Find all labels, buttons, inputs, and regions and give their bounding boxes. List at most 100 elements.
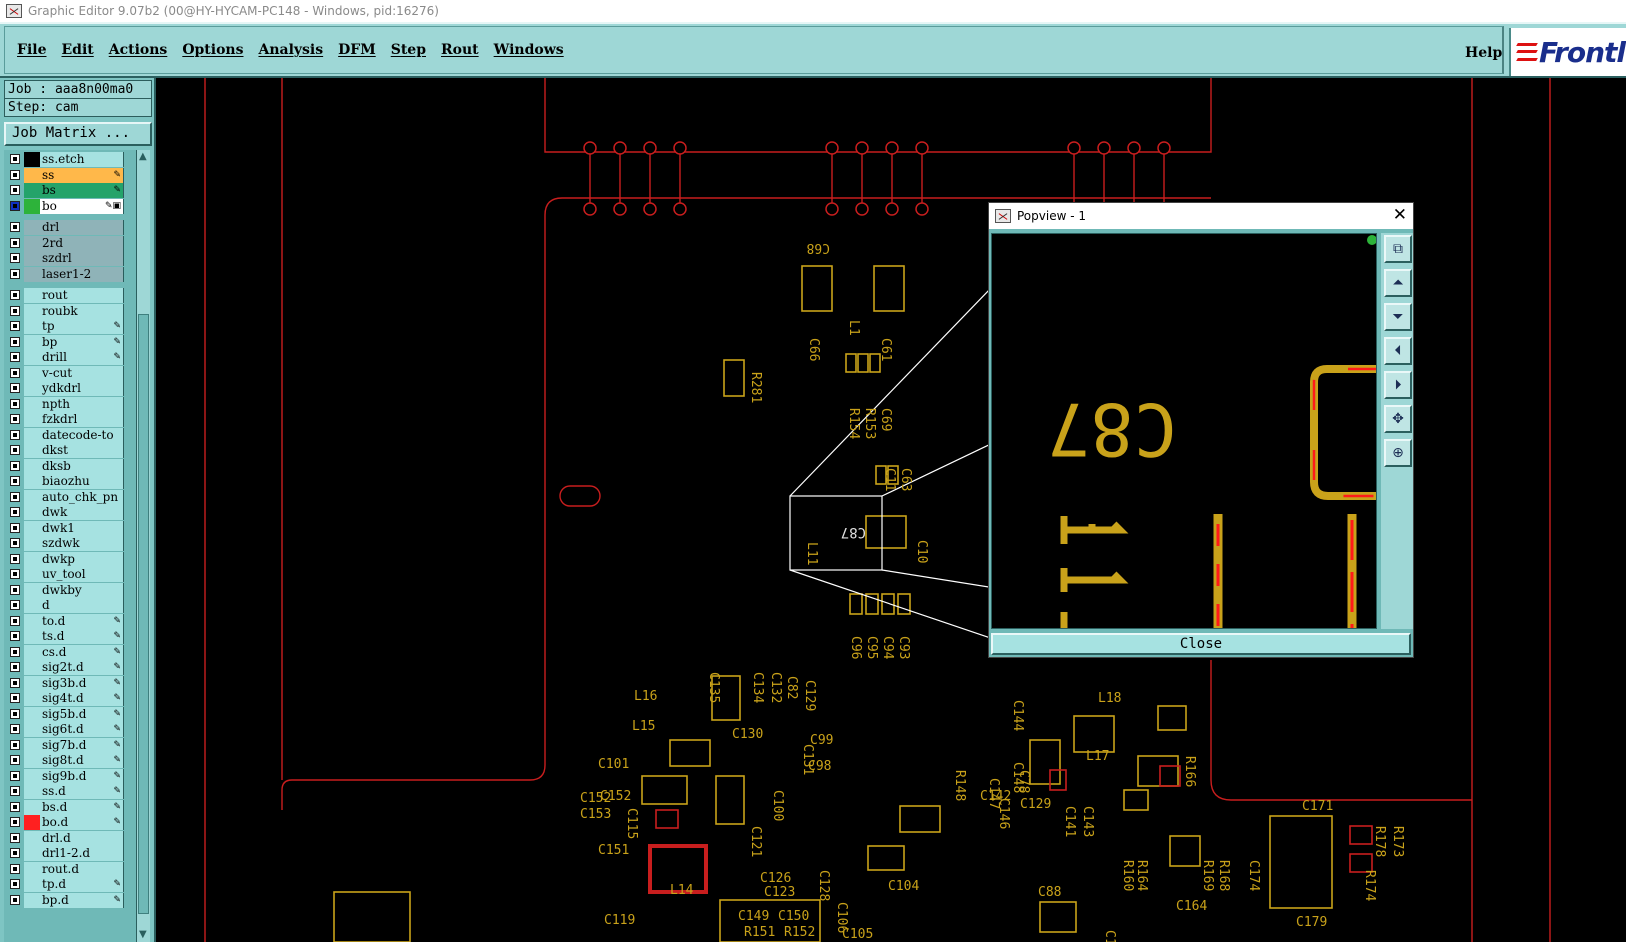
layer-checkbox[interactable] [10, 863, 20, 874]
layer-checkbox[interactable] [10, 200, 20, 211]
layer-row[interactable]: rout.d [4, 861, 136, 877]
layer-checkbox[interactable] [10, 801, 20, 812]
layer-name[interactable]: rout [40, 288, 124, 303]
layer-checkbox[interactable] [10, 786, 20, 796]
layer-checkbox[interactable] [10, 693, 20, 703]
layer-name[interactable]: sig5b.d ✎ [40, 706, 124, 722]
layer-checkbox[interactable] [10, 352, 20, 362]
layer-row[interactable]: szdrl [4, 251, 136, 266]
layer-name[interactable]: ss ✎ [40, 167, 124, 183]
layer-checkbox[interactable] [10, 222, 20, 232]
layer-name[interactable]: sig3b.d ✎ [40, 675, 124, 691]
layer-checkbox[interactable] [10, 553, 20, 564]
layer-name[interactable]: sig6t.d ✎ [40, 722, 124, 737]
layer-row[interactable]: bp ✎ [4, 334, 136, 350]
layer-checkbox[interactable] [10, 538, 20, 548]
job-matrix-button[interactable]: Job Matrix ... [4, 122, 152, 146]
layer-row[interactable]: sig3b.d ✎ [4, 675, 136, 691]
layer-name[interactable]: szdrl [40, 251, 124, 266]
layer-name[interactable]: bp ✎ [40, 334, 124, 350]
layer-row[interactable]: ts.d ✎ [4, 629, 136, 644]
layer-row[interactable]: bo.d ✎ [4, 815, 136, 830]
layer-checkbox[interactable] [10, 677, 20, 688]
pan-right-button[interactable]: ⏵ [1384, 371, 1412, 399]
layer-row[interactable]: drl1-2.d [4, 846, 136, 861]
layer-name[interactable]: laser1-2 [40, 266, 124, 282]
layer-name[interactable]: rout.d [40, 861, 124, 877]
layer-row[interactable]: cs.d ✎ [4, 644, 136, 660]
layer-name[interactable]: dwkp [40, 551, 124, 567]
layer-name[interactable]: auto_chk_pn [40, 489, 124, 505]
layer-row[interactable]: sig8t.d ✎ [4, 753, 136, 768]
zoom-extents-button[interactable]: ✥ [1384, 405, 1412, 433]
layer-row[interactable]: datecode-to [4, 427, 136, 443]
layer-checkbox[interactable] [10, 832, 20, 843]
center-button[interactable]: ⊕ [1384, 439, 1412, 467]
layer-name[interactable]: bs ✎ [40, 183, 124, 198]
layer-checkbox[interactable] [10, 646, 20, 657]
pan-left-button[interactable]: ⏴ [1384, 337, 1412, 365]
popview-zoom-area[interactable]: C87 [991, 233, 1377, 629]
layer-name[interactable]: szdwk [40, 536, 124, 551]
layer-name[interactable]: ss.etch [40, 152, 124, 167]
menu-windows[interactable]: Windows [494, 42, 564, 58]
layer-name[interactable]: d [40, 598, 124, 613]
layer-row[interactable]: ydkdrl [4, 381, 136, 396]
layer-checkbox[interactable] [10, 336, 20, 347]
layer-name[interactable]: sig2t.d ✎ [40, 660, 124, 675]
layer-checkbox[interactable] [10, 662, 20, 672]
scroll-thumb[interactable] [138, 314, 149, 914]
layer-checkbox[interactable] [10, 507, 20, 517]
layer-row[interactable]: bs ✎ [4, 183, 136, 198]
layer-checkbox[interactable] [10, 879, 20, 889]
menu-file[interactable]: File [17, 42, 46, 58]
layer-row[interactable]: tp ✎ [4, 319, 136, 334]
layer-name[interactable]: ydkdrl [40, 381, 124, 396]
layer-row[interactable]: sig6t.d ✎ [4, 722, 136, 737]
popview-close-icon[interactable]: ✕ [1393, 206, 1407, 224]
layer-checkbox[interactable] [10, 290, 20, 300]
layer-row[interactable]: drl.d [4, 830, 136, 846]
layer-row[interactable]: sig9b.d ✎ [4, 768, 136, 784]
pan-up-button[interactable]: ⏶ [1384, 269, 1412, 297]
menu-help[interactable]: Help [1465, 45, 1502, 61]
layer-row[interactable]: d [4, 598, 136, 613]
layer-checkbox[interactable] [10, 584, 20, 595]
layer-name[interactable]: ts.d ✎ [40, 629, 124, 644]
zoom-fit-button[interactable]: ⧉ [1384, 235, 1412, 263]
layer-checkbox[interactable] [10, 253, 20, 263]
scroll-up-icon[interactable]: ▲ [139, 152, 147, 162]
layer-row[interactable]: 2rd [4, 235, 136, 251]
layer-name[interactable]: roubk [40, 303, 124, 319]
menu-actions[interactable]: Actions [109, 42, 168, 58]
menu-dfm[interactable]: DFM [338, 42, 376, 58]
layer-name[interactable]: datecode-to [40, 427, 124, 443]
layer-row[interactable]: roubk [4, 303, 136, 319]
layer-checkbox[interactable] [10, 491, 20, 502]
layer-row[interactable]: dwk [4, 505, 136, 520]
layer-name[interactable]: sig7b.d ✎ [40, 737, 124, 753]
layer-name[interactable]: dkst [40, 443, 124, 458]
layer-checkbox[interactable] [10, 237, 20, 248]
layer-name[interactable]: v-cut [40, 365, 124, 381]
layer-row[interactable]: auto_chk_pn [4, 489, 136, 505]
layer-name[interactable]: tp ✎ [40, 319, 124, 334]
layer-name[interactable]: fzkdrl [40, 412, 124, 427]
layer-checkbox[interactable] [10, 522, 20, 533]
popview-close-button[interactable]: Close [991, 633, 1411, 655]
layer-row[interactable]: dwk1 [4, 520, 136, 536]
layer-checkbox[interactable] [10, 268, 20, 279]
scroll-down-icon[interactable]: ▼ [139, 930, 147, 940]
layer-name[interactable]: to.d ✎ [40, 613, 124, 629]
layer-checkbox[interactable] [10, 894, 20, 905]
layer-row[interactable]: rout [4, 288, 136, 303]
layer-row[interactable]: dwkby [4, 582, 136, 598]
layer-checkbox[interactable] [10, 631, 20, 641]
layer-checkbox[interactable] [10, 600, 20, 610]
layer-name[interactable]: dwkby [40, 582, 124, 598]
layer-row[interactable]: to.d ✎ [4, 613, 136, 629]
pan-down-button[interactable]: ⏷ [1384, 303, 1412, 331]
layer-checkbox[interactable] [10, 460, 20, 471]
layer-name[interactable]: sig9b.d ✎ [40, 768, 124, 784]
layer-row[interactable]: bs.d ✎ [4, 799, 136, 815]
